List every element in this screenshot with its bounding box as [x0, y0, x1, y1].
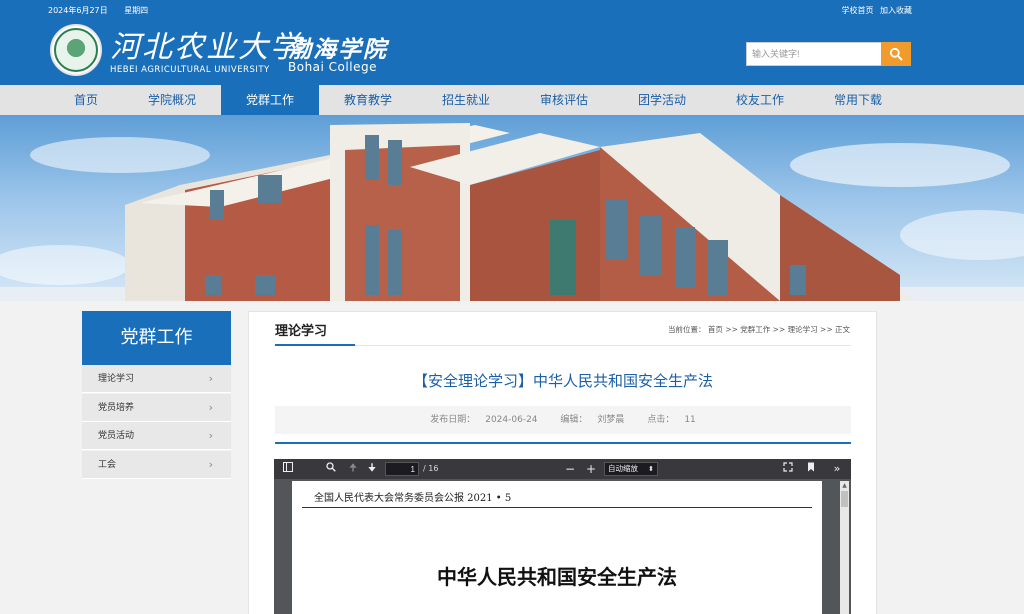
add-favorite-link[interactable]: 加入收藏 — [880, 6, 912, 15]
sidebar-item-theory-study[interactable]: 理论学习 › — [82, 365, 231, 393]
breadcrumb-separator: >> — [725, 325, 738, 334]
article-divider — [275, 442, 851, 444]
sidebar-title: 党群工作 — [82, 311, 231, 365]
chevron-right-icon: › — [208, 372, 213, 385]
zoom-in-button[interactable]: + — [585, 462, 597, 476]
sidebar-item-label: 党员培养 — [98, 403, 135, 413]
breadcrumb-theory-study[interactable]: 理论学习 — [788, 325, 818, 334]
editor-label: 编辑： — [560, 415, 588, 425]
topbar-links: 学校首页 加入收藏 — [837, 5, 912, 16]
nav-item-party-work[interactable]: 党群工作 — [221, 85, 319, 115]
views-label: 点击： — [647, 415, 675, 425]
nav-item-downloads[interactable]: 常用下载 — [809, 85, 907, 115]
sidebar-toggle-icon — [283, 462, 293, 472]
pdf-toolbar: 🠉 🠋 / 16 − + 自动缩放 ⬍ » — [274, 459, 851, 479]
bookmark-icon — [808, 462, 814, 472]
publish-date: 2024-06-24 — [485, 415, 538, 425]
previous-page-button[interactable]: 🠉 — [346, 462, 360, 476]
fullscreen-icon — [783, 462, 793, 472]
nav-item-evaluation[interactable]: 审核评估 — [515, 85, 613, 115]
topbar-date: 2024年6月27日 星期四 — [48, 5, 162, 16]
view-count: 11 — [684, 415, 696, 425]
sidebar-item-member-training[interactable]: 党员培养 › — [82, 394, 231, 422]
pdf-scrollbar[interactable]: ▲ — [840, 481, 849, 614]
date-text: 2024年6月27日 — [48, 6, 108, 15]
arrow-up-icon: 🠉 — [348, 463, 358, 474]
article-title: 【安全理论学习】中华人民共和国安全生产法 — [412, 372, 713, 390]
nav-item-home[interactable]: 首页 — [37, 85, 135, 115]
pdf-doc-title: 中华人民共和国安全生产法 — [437, 565, 677, 589]
pdf-viewer: 🠉 🠋 / 16 − + 自动缩放 ⬍ » 全国人民代表大会常务委员会公报 20… — [274, 459, 851, 614]
chevron-right-icon: › — [208, 458, 213, 471]
tools-menu-button[interactable]: » — [829, 462, 845, 476]
zoom-select[interactable]: 自动缩放 ⬍ — [604, 462, 658, 476]
breadcrumb-separator: >> — [820, 325, 833, 334]
double-chevron-right-icon: » — [833, 462, 841, 475]
section-title-underline — [275, 344, 355, 346]
nav-item-alumni[interactable]: 校友工作 — [711, 85, 809, 115]
chevron-right-icon: › — [208, 401, 213, 414]
nav-item-admissions[interactable]: 招生就业 — [417, 85, 515, 115]
date-label: 发布日期： — [430, 415, 476, 425]
building-illustration — [0, 123, 1024, 301]
college-name-en: Bohai College — [288, 60, 377, 74]
university-name-cn: 河北农业大学 — [110, 30, 302, 65]
editor-name: 刘梦晨 — [597, 415, 625, 425]
article-meta: 发布日期： 2024-06-24 编辑： 刘梦晨 点击： 11 — [275, 406, 851, 434]
sidebar-item-label: 党员活动 — [98, 431, 135, 441]
site-header: 2024年6月27日 星期四 学校首页 加入收藏 河北农业大学 HEBEI AG… — [0, 0, 1024, 85]
sidebar-item-label: 理论学习 — [98, 374, 135, 384]
minus-icon: − — [564, 462, 576, 476]
bookmark-button[interactable] — [804, 462, 818, 476]
breadcrumb: 当前位置： 首页 >> 党群工作 >> 理论学习 >> 正文 — [668, 324, 850, 335]
university-seal-logo[interactable] — [50, 24, 102, 76]
next-page-button[interactable]: 🠋 — [365, 462, 379, 476]
nav-item-student-activities[interactable]: 团学活动 — [613, 85, 711, 115]
chevron-updown-icon: ⬍ — [648, 465, 654, 473]
page-total: / 16 — [423, 464, 439, 473]
breadcrumb-home[interactable]: 首页 — [708, 325, 723, 334]
zoom-out-button[interactable]: − — [564, 462, 576, 476]
pdf-page: 全国人民代表大会常务委员会公报 2021 • 5 中华人民共和国安全生产法 — [292, 481, 822, 614]
breadcrumb-party-work[interactable]: 党群工作 — [740, 325, 770, 334]
school-home-link[interactable]: 学校首页 — [841, 6, 873, 15]
nav-item-about[interactable]: 学院概况 — [123, 85, 221, 115]
pdf-header-rule — [302, 507, 812, 508]
college-name-cn: 渤海学院 — [288, 36, 388, 63]
nav-item-education[interactable]: 教育教学 — [319, 85, 417, 115]
search-input[interactable] — [746, 42, 882, 66]
search-icon — [326, 462, 336, 472]
page-number-input[interactable] — [385, 462, 419, 476]
search-button[interactable] — [881, 42, 911, 66]
search-icon — [889, 47, 903, 61]
weekday-text: 星期四 — [124, 6, 149, 15]
zoom-value: 自动缩放 — [608, 464, 638, 473]
pdf-doc-header: 全国人民代表大会常务委员会公报 2021 • 5 — [314, 493, 512, 504]
breadcrumb-current: 正文 — [835, 325, 850, 334]
plus-icon: + — [585, 462, 597, 476]
campus-banner-image — [0, 115, 1024, 301]
find-button[interactable] — [324, 462, 338, 476]
breadcrumb-separator: >> — [772, 325, 786, 334]
arrow-down-icon: 🠋 — [367, 463, 377, 474]
main-nav: 首页 学院概况 党群工作 教育教学 招生就业 审核评估 团学活动 校友工作 常用… — [0, 85, 1024, 115]
section-divider — [355, 345, 851, 346]
chevron-right-icon: › — [208, 429, 213, 442]
sidebar-toggle-button[interactable] — [281, 462, 295, 476]
university-name-en: HEBEI AGRICULTURAL UNIVERSITY — [110, 65, 270, 75]
sidebar-item-label: 工会 — [98, 460, 117, 470]
sidebar-item-member-activities[interactable]: 党员活动 › — [82, 422, 231, 450]
sidebar-item-union[interactable]: 工会 › — [82, 451, 231, 479]
scrollbar-thumb[interactable] — [841, 491, 848, 507]
section-title: 理论学习 — [275, 324, 328, 339]
scroll-up-icon[interactable]: ▲ — [841, 482, 848, 489]
breadcrumb-prefix: 当前位置： — [668, 325, 706, 334]
presentation-mode-button[interactable] — [781, 462, 795, 476]
